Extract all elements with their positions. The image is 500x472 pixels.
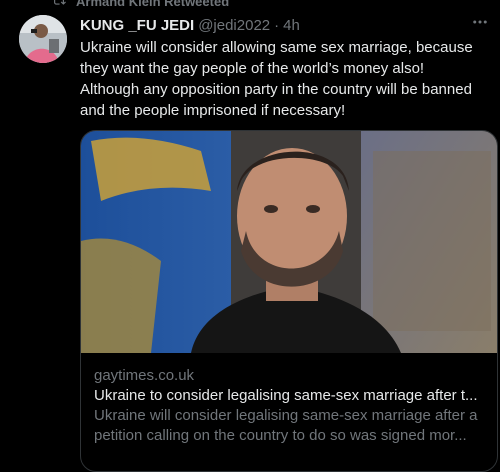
card-body: gaytimes.co.uk Ukraine to consider legal… [94, 366, 489, 446]
user-handle[interactable]: @jedi2022 [198, 17, 270, 34]
avatar[interactable] [19, 15, 67, 63]
tweet-text-line: and the people imprisoned if necessary! [80, 102, 346, 119]
more-button[interactable] [470, 14, 490, 34]
retweet-indicator[interactable]: Armand Klein Retweeted [52, 0, 230, 10]
card-description-line: Ukraine will consider legalising same-se… [94, 407, 478, 424]
tweet-text: Ukraine will consider allowing same sex … [80, 37, 492, 121]
card-title[interactable]: Ukraine to consider legalising same-sex … [94, 386, 489, 406]
display-name[interactable]: KUNG _FU JEDI [80, 17, 194, 34]
tweet-text-line: Ukraine will consider allowing same sex … [80, 39, 473, 56]
card-description: Ukraine will consider legalising same-se… [94, 406, 489, 446]
more-icon [471, 13, 489, 36]
retweet-label: Armand Klein Retweeted [76, 0, 230, 9]
card-image[interactable] [81, 131, 497, 353]
card-description-line: petition calling on the country to do so… [94, 427, 467, 444]
tweet-header: KUNG _FU JEDI @jedi2022 · 4h [80, 15, 300, 35]
link-card[interactable]: gaytimes.co.uk Ukraine to consider legal… [80, 130, 498, 472]
tweet-text-line: they want the gay people of the world’s … [80, 60, 425, 77]
retweet-icon [52, 0, 66, 10]
separator-dot: · [274, 16, 280, 34]
tweet-timestamp[interactable]: 4h [283, 17, 300, 34]
card-domain: gaytimes.co.uk [94, 367, 195, 384]
tweet-text-line: Although any opposition party in the cou… [80, 81, 472, 98]
